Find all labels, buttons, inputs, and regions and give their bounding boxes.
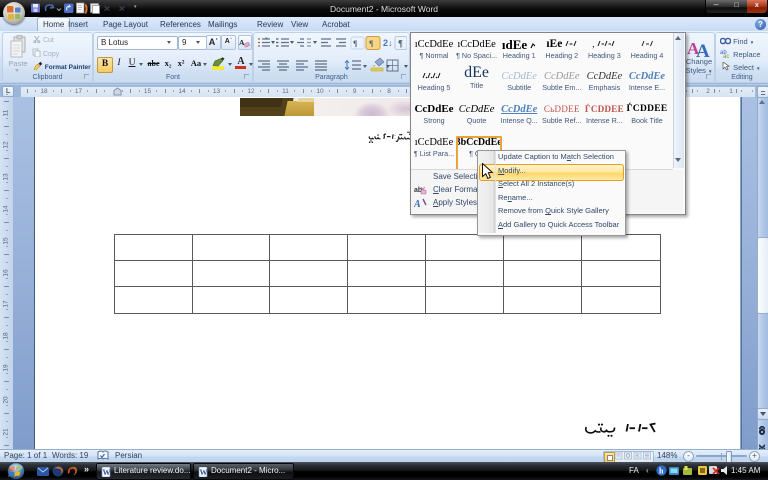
svg-text:¶: ¶ <box>353 39 357 48</box>
svg-text:W: W <box>200 468 208 477</box>
svg-text:W: W <box>103 468 111 477</box>
svg-text:¶: ¶ <box>398 39 403 49</box>
svg-text:2↓: 2↓ <box>383 38 393 48</box>
svg-text:h: h <box>659 467 664 476</box>
svg-text:¶: ¶ <box>369 39 373 48</box>
svg-text:ac: ac <box>723 54 729 58</box>
svg-text:A: A <box>239 38 245 47</box>
svg-text:A: A <box>414 199 421 209</box>
